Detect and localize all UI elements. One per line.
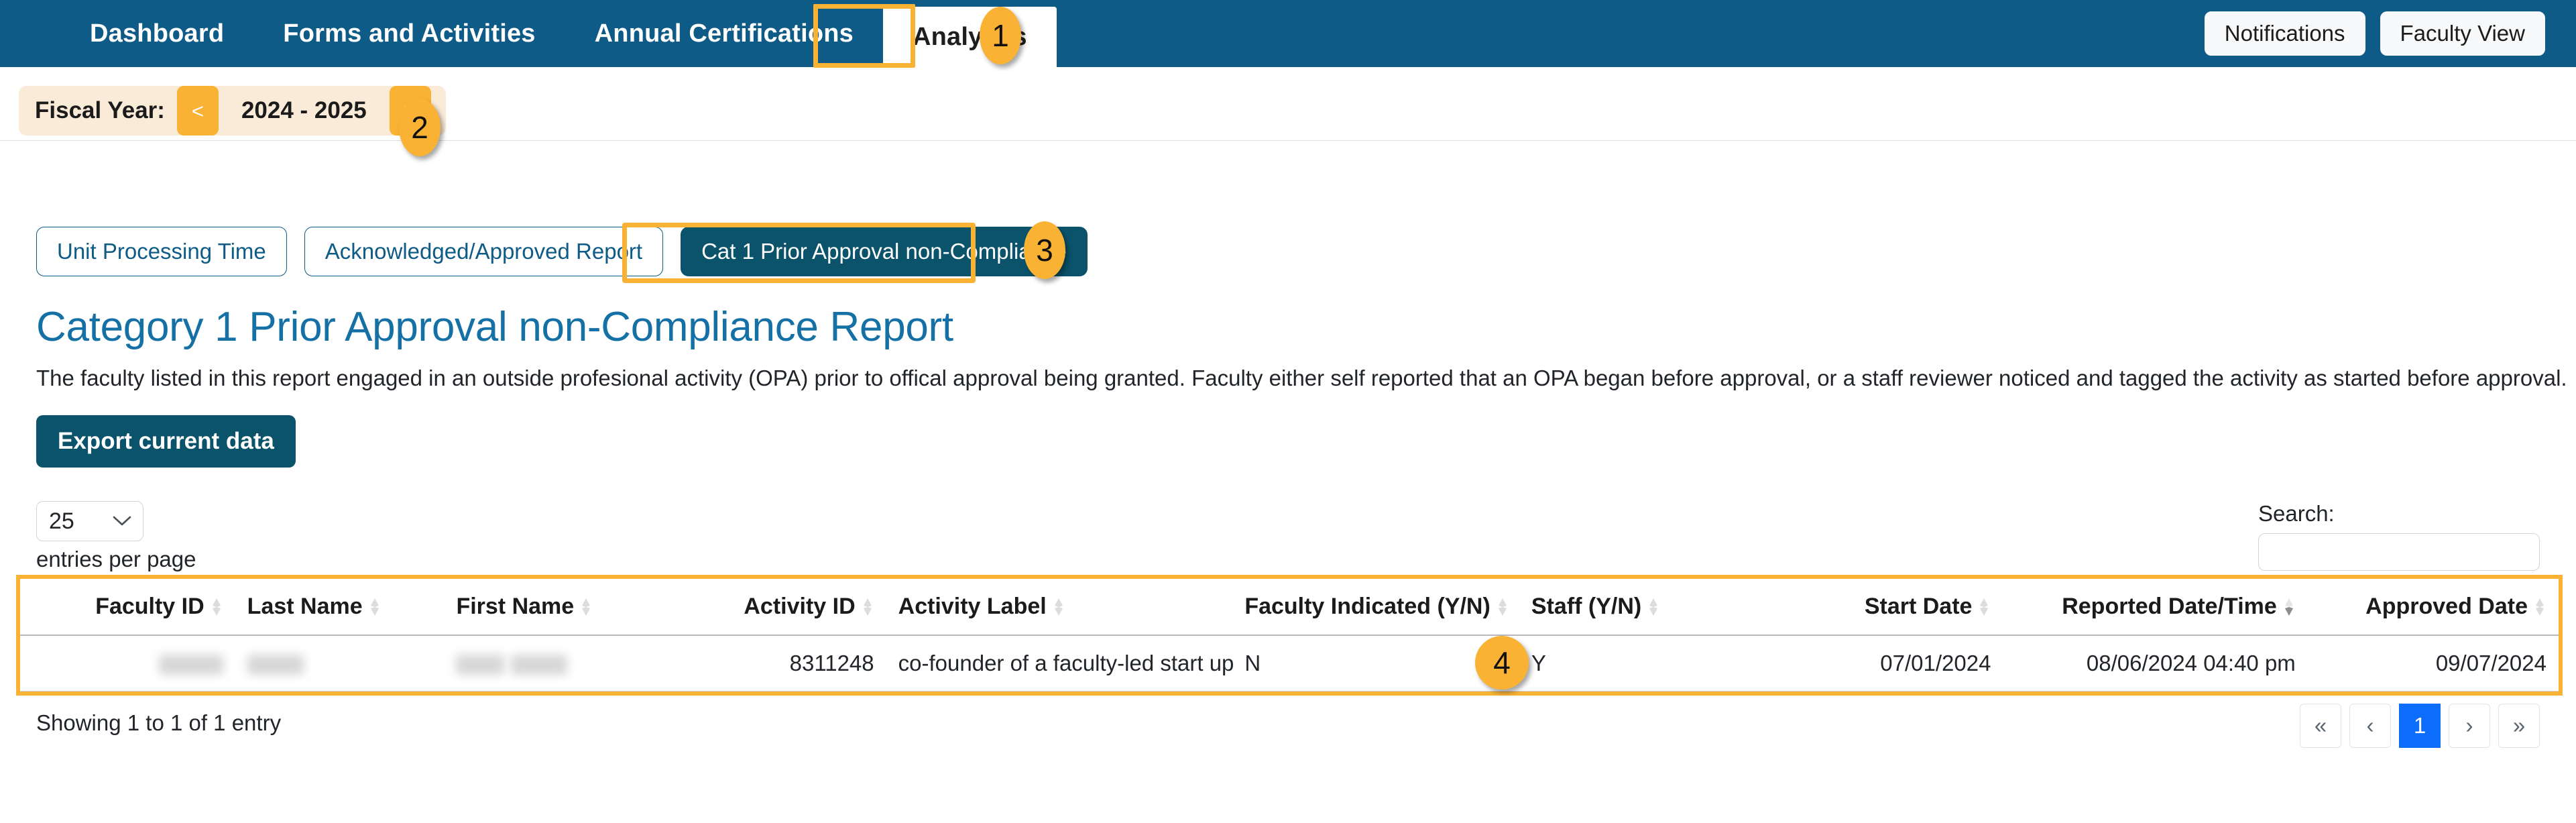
table-row[interactable]: 8311248 co-founder of a faculty-led star…: [20, 635, 2559, 692]
callout-badge-4: 4: [1475, 636, 1529, 690]
column-header-label: Staff (Y/N): [1531, 594, 1642, 619]
callout-badge-1: 1: [980, 7, 1021, 64]
search-label: Search:: [2258, 501, 2335, 526]
cell-activity-id: 8311248: [695, 635, 886, 692]
cell-last-name: [235, 635, 445, 692]
column-header-faculty-indicated[interactable]: Faculty Indicated (Y/N): [1232, 579, 1519, 636]
column-header-first-name[interactable]: First Name: [444, 579, 695, 636]
column-header-label: First Name: [456, 594, 575, 619]
sort-both-icon: [1648, 597, 1660, 617]
column-header-approved-date[interactable]: Approved Date: [2307, 579, 2559, 636]
column-header-activity-id[interactable]: Activity ID: [695, 579, 886, 636]
column-header-staff[interactable]: Staff (Y/N): [1519, 579, 1759, 636]
cell-approved-date: 09/07/2024: [2307, 635, 2559, 692]
report-table: Faculty ID Last Name First Name Activity…: [20, 579, 2559, 692]
cell-activity-label: co-founder of a faculty-led start up: [886, 635, 1234, 692]
column-header-label: Last Name: [247, 594, 363, 619]
export-current-data-button[interactable]: Export current data: [36, 415, 296, 468]
navbar-links: Dashboard Forms and Activities Annual Ce…: [0, 0, 1057, 67]
column-header-label: Faculty Indicated (Y/N): [1244, 594, 1490, 619]
cell-first-name: [444, 635, 695, 692]
report-table-container: Faculty ID Last Name First Name Activity…: [16, 575, 2563, 696]
fiscal-year-bar: Fiscal Year: < 2024 - 2025 >: [19, 86, 446, 135]
nav-item-analytics[interactable]: Analytics: [883, 7, 1057, 67]
top-navbar: Dashboard Forms and Activities Annual Ce…: [0, 0, 2576, 67]
column-header-last-name[interactable]: Last Name: [235, 579, 445, 636]
faculty-view-button[interactable]: Faculty View: [2380, 11, 2545, 56]
table-controls: 10 25 50 100 entries per page Search:: [0, 501, 2576, 575]
search-input[interactable]: [2258, 533, 2540, 571]
sort-both-icon: [1979, 597, 1991, 617]
column-header-faculty-id[interactable]: Faculty ID: [20, 579, 235, 636]
callout-badge-2: 2: [399, 99, 441, 156]
tab-unit-processing-time[interactable]: Unit Processing Time: [36, 227, 287, 276]
entries-per-page-control: 10 25 50 100 entries per page: [36, 501, 196, 572]
sort-both-icon: [369, 597, 382, 617]
column-header-label: Activity Label: [898, 594, 1047, 619]
pagination-first-button[interactable]: «: [2300, 704, 2341, 748]
cell-reported-datetime: 08/06/2024 04:40 pm: [2003, 635, 2308, 692]
pagination-next-button[interactable]: ›: [2449, 704, 2490, 748]
cell-staff: Y: [1519, 635, 1759, 692]
analytics-content: Unit Processing Time Acknowledged/Approv…: [0, 141, 2576, 769]
search-control: Search:: [2258, 501, 2540, 571]
tab-acknowledged-approved-report[interactable]: Acknowledged/Approved Report: [304, 227, 664, 276]
column-header-label: Start Date: [1864, 594, 1973, 619]
column-header-label: Approved Date: [2365, 594, 2528, 619]
navbar-actions: Notifications Faculty View: [2204, 0, 2576, 67]
sort-both-icon: [862, 597, 874, 617]
sort-both-icon: [211, 597, 223, 617]
showing-entries-text: Showing 1 to 1 of 1 entry: [36, 710, 282, 735]
pagination-last-button[interactable]: »: [2498, 704, 2540, 748]
entries-select-wrapper: 10 25 50 100: [36, 501, 143, 541]
sort-descending-icon: [2284, 597, 2296, 617]
column-header-label: Activity ID: [744, 594, 856, 619]
nav-item-forms-and-activities[interactable]: Forms and Activities: [253, 0, 565, 67]
report-table-body: 8311248 co-founder of a faculty-led star…: [20, 635, 2559, 692]
column-header-label: Faculty ID: [95, 594, 204, 619]
table-footer: Showing 1 to 1 of 1 entry « ‹ 1 › »: [0, 704, 2576, 769]
pagination: « ‹ 1 › »: [2292, 704, 2540, 748]
column-header-reported-datetime[interactable]: Reported Date/Time: [2003, 579, 2308, 636]
column-header-label: Reported Date/Time: [2062, 594, 2277, 619]
redacted-value: [247, 655, 304, 675]
sort-both-icon: [581, 597, 593, 617]
pagination-previous-button[interactable]: ‹: [2349, 704, 2391, 748]
notifications-button[interactable]: Notifications: [2204, 11, 2365, 56]
entries-per-page-label: entries per page: [36, 547, 196, 571]
report-description: The faculty listed in this report engage…: [36, 366, 2567, 390]
sort-both-icon: [1053, 597, 1065, 617]
fiscal-year-prev-button[interactable]: <: [176, 86, 219, 135]
fiscal-year-label: Fiscal Year:: [35, 97, 165, 123]
column-header-activity-label[interactable]: Activity Label: [886, 579, 1233, 636]
sort-both-icon: [1497, 597, 1509, 617]
nav-item-annual-certifications[interactable]: Annual Certifications: [565, 0, 883, 67]
sort-both-icon: [2534, 597, 2546, 617]
fiscal-year-value: 2024 - 2025: [241, 97, 367, 123]
callout-badge-3: 3: [1024, 221, 1065, 279]
table-header-row: Faculty ID Last Name First Name Activity…: [20, 579, 2559, 636]
pagination-page-1-button[interactable]: 1: [2399, 704, 2441, 748]
cell-faculty-id: [20, 635, 235, 692]
column-header-start-date[interactable]: Start Date: [1758, 579, 2003, 636]
redacted-value: [456, 655, 505, 675]
fiscal-year-region: Fiscal Year: < 2024 - 2025 >: [0, 67, 2576, 141]
report-tab-group: Unit Processing Time Acknowledged/Approv…: [0, 141, 2576, 276]
page-title: Category 1 Prior Approval non-Compliance…: [36, 304, 953, 350]
redacted-value: [158, 655, 223, 675]
cell-start-date: 07/01/2024: [1758, 635, 2003, 692]
report-table-head: Faculty ID Last Name First Name Activity…: [20, 579, 2559, 636]
redacted-value: [510, 655, 567, 675]
nav-item-dashboard[interactable]: Dashboard: [60, 0, 253, 67]
entries-per-page-select[interactable]: 10 25 50 100: [36, 501, 143, 541]
